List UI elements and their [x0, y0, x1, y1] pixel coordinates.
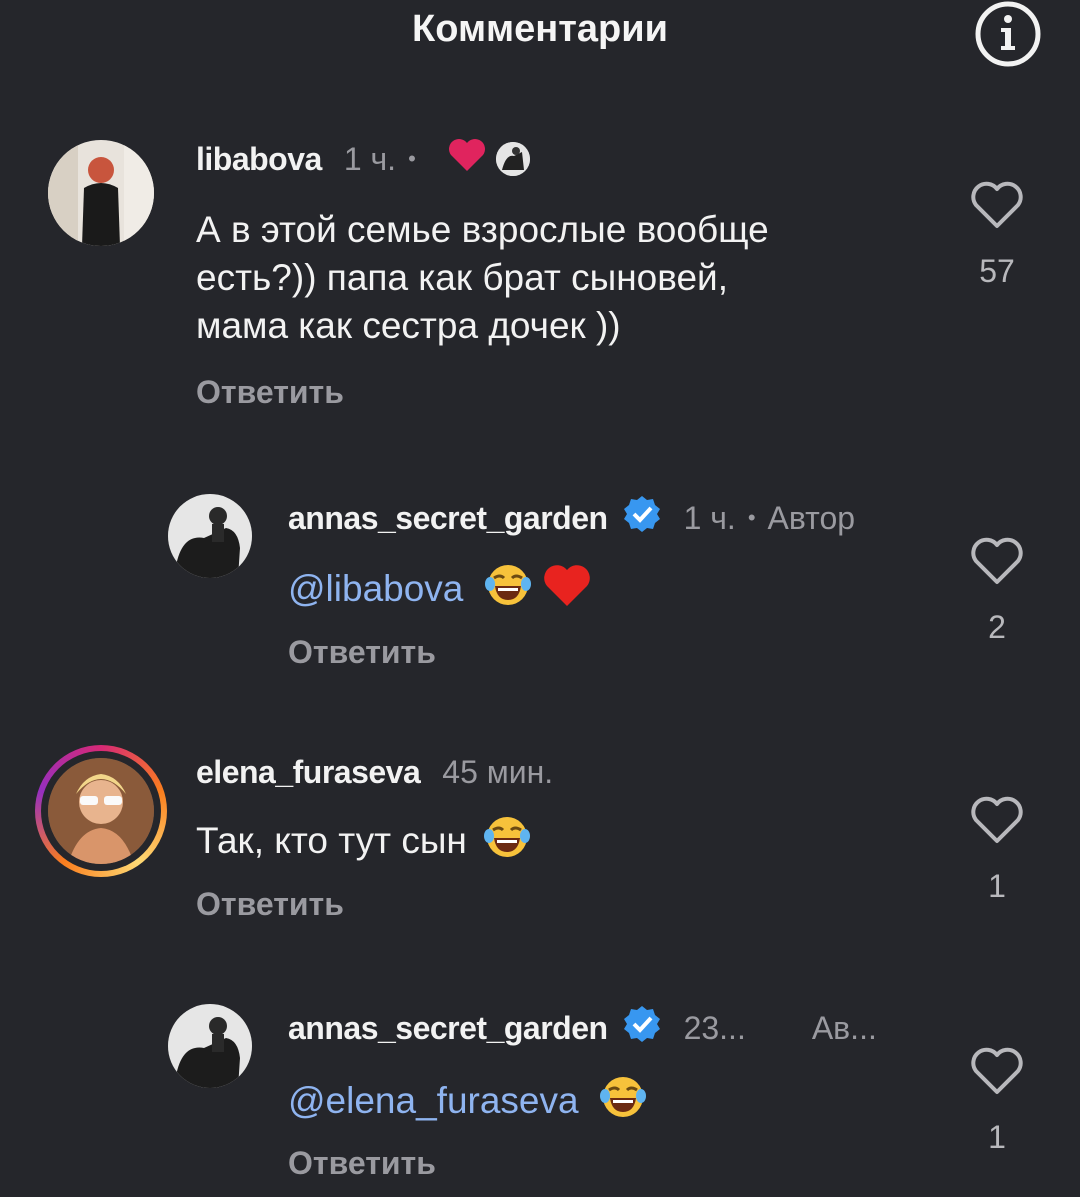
heart-outline-icon	[971, 181, 1023, 228]
laughing-tears-emoji-icon	[599, 1074, 647, 1132]
avatar[interactable]	[168, 494, 252, 578]
avatar[interactable]	[48, 140, 154, 246]
comment-text: @libabova	[288, 562, 592, 620]
like-button[interactable]: 1	[966, 1046, 1028, 1156]
laughing-tears-emoji-icon	[484, 562, 532, 620]
comment-text: @elena_furaseva	[288, 1074, 647, 1132]
laughing-tears-emoji-icon	[483, 814, 531, 872]
like-button[interactable]: 57	[966, 180, 1028, 290]
username[interactable]: libabova	[196, 141, 322, 178]
avatar	[48, 758, 154, 864]
timestamp: 1 ч.	[683, 499, 736, 536]
red-heart-emoji-icon	[542, 562, 592, 620]
liked-by-author-heart-icon	[448, 138, 486, 180]
author-avatar-mini	[495, 142, 530, 176]
timestamp: 1 ч.	[343, 140, 397, 177]
heart-outline-icon	[971, 796, 1023, 843]
comment-text-line: мама как сестра дочек ))	[196, 305, 621, 346]
page-title: Комментарии	[412, 8, 668, 50]
avatar[interactable]	[168, 1004, 252, 1088]
reply-button[interactable]: Ответить	[196, 374, 344, 411]
reply-button[interactable]: Ответить	[196, 886, 344, 923]
separator-dot: •	[408, 146, 416, 171]
timestamp: 45 мин.	[442, 754, 554, 790]
mention-link[interactable]: @libabova	[288, 568, 463, 609]
like-count: 1	[988, 1119, 1006, 1155]
comment-text: А в этой семье взрослые вообще есть?)) п…	[196, 206, 769, 350]
comment-text-line: есть?)) папа как брат сыновей,	[196, 257, 728, 298]
heart-outline-icon	[971, 537, 1023, 584]
username[interactable]: elena_furaseva	[196, 754, 421, 791]
comment-text-line: Так, кто тут сын	[196, 819, 467, 861]
separator-dot: •	[747, 505, 756, 530]
reply-button[interactable]: Ответить	[288, 1145, 436, 1182]
username[interactable]: annas_secret_garden	[288, 500, 608, 537]
story-ring[interactable]	[35, 745, 167, 877]
like-button[interactable]: 1	[966, 795, 1028, 905]
info-icon[interactable]	[974, 0, 1042, 68]
timestamp: 23...	[683, 1009, 746, 1046]
mention-link[interactable]: @elena_furaseva	[288, 1080, 579, 1121]
like-button[interactable]: 2	[966, 536, 1028, 646]
like-count: 2	[988, 609, 1006, 645]
like-count: 57	[979, 253, 1015, 289]
heart-outline-icon	[971, 1047, 1023, 1094]
like-count: 1	[988, 868, 1006, 904]
username[interactable]: annas_secret_garden	[288, 1010, 608, 1047]
verified-badge-icon	[622, 494, 662, 542]
verified-badge-icon	[622, 1004, 662, 1052]
author-tag: Автор	[767, 499, 856, 536]
comment-text: Так, кто тут сын	[196, 814, 531, 872]
reply-button[interactable]: Ответить	[288, 634, 436, 671]
author-tag: Ав...	[811, 1009, 877, 1046]
comment-text-line: А в этой семье взрослые вообще	[196, 209, 769, 250]
